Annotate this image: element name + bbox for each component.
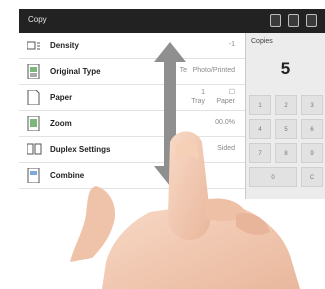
duplex-icon — [27, 143, 42, 155]
row-label: Zoom — [50, 119, 72, 128]
zoom-icon — [27, 116, 40, 131]
top-bar: Copy — [19, 9, 325, 33]
combine-icon — [27, 168, 40, 183]
row-value-secondary: Photo/Printed — [192, 67, 235, 74]
row-original-type[interactable]: Original Type Te Photo/Printed — [19, 59, 245, 85]
row-value: 1 Tray — [191, 88, 205, 106]
settings-list[interactable]: Density -1 Original Type Te Photo/Printe… — [19, 33, 245, 199]
density-icon — [27, 41, 40, 50]
key-4[interactable]: 4 — [249, 119, 271, 139]
row-value: Sided — [217, 145, 235, 152]
row-combine[interactable]: Combine — [19, 163, 245, 189]
copies-value: 5 — [280, 59, 291, 78]
key-5[interactable]: 5 — [275, 119, 297, 139]
row-duplex[interactable]: Duplex Settings Sided — [19, 137, 245, 163]
paper-mini-icon: ☐ — [228, 89, 235, 96]
paper-tray-number: 1 — [201, 89, 205, 96]
key-3[interactable]: 3 — [301, 95, 323, 115]
row-value: -1 — [228, 41, 235, 48]
key-7[interactable]: 7 — [249, 143, 271, 163]
key-clear[interactable]: C — [301, 167, 323, 187]
row-label: Duplex Settings — [50, 145, 111, 154]
row-label: Original Type — [50, 67, 101, 76]
original-type-icon — [27, 64, 40, 79]
bell-icon[interactable] — [270, 14, 281, 27]
key-8[interactable]: 8 — [275, 143, 297, 163]
paper-icon — [27, 90, 40, 105]
key-9[interactable]: 9 — [301, 143, 323, 163]
row-value-secondary: ☐ Paper — [216, 88, 235, 106]
screen-title: Copy — [28, 15, 47, 24]
row-value: 00.0% — [215, 119, 235, 126]
row-density[interactable]: Density -1 — [19, 33, 245, 59]
row-paper[interactable]: Paper 1 Tray ☐ Paper — [19, 85, 245, 111]
row-label: Paper — [50, 93, 73, 102]
paper-size-label: Paper — [216, 98, 235, 105]
up-down-arrow-icon — [154, 42, 186, 186]
row-label: Density — [50, 41, 79, 50]
key-0[interactable]: 0 — [249, 167, 297, 187]
settings-icon[interactable] — [306, 14, 317, 27]
row-zoom[interactable]: Zoom 00.0% — [19, 111, 245, 137]
copy-status-icon[interactable] — [288, 14, 299, 27]
key-2[interactable]: 2 — [275, 95, 297, 115]
key-6[interactable]: 6 — [301, 119, 323, 139]
copies-panel: Copies 5 1 2 3 4 5 6 7 8 9 0 C — [246, 33, 325, 199]
row-label: Combine — [50, 171, 85, 180]
copies-label: Copies — [251, 38, 273, 45]
key-1[interactable]: 1 — [249, 95, 271, 115]
paper-tray-label: Tray — [191, 98, 205, 105]
